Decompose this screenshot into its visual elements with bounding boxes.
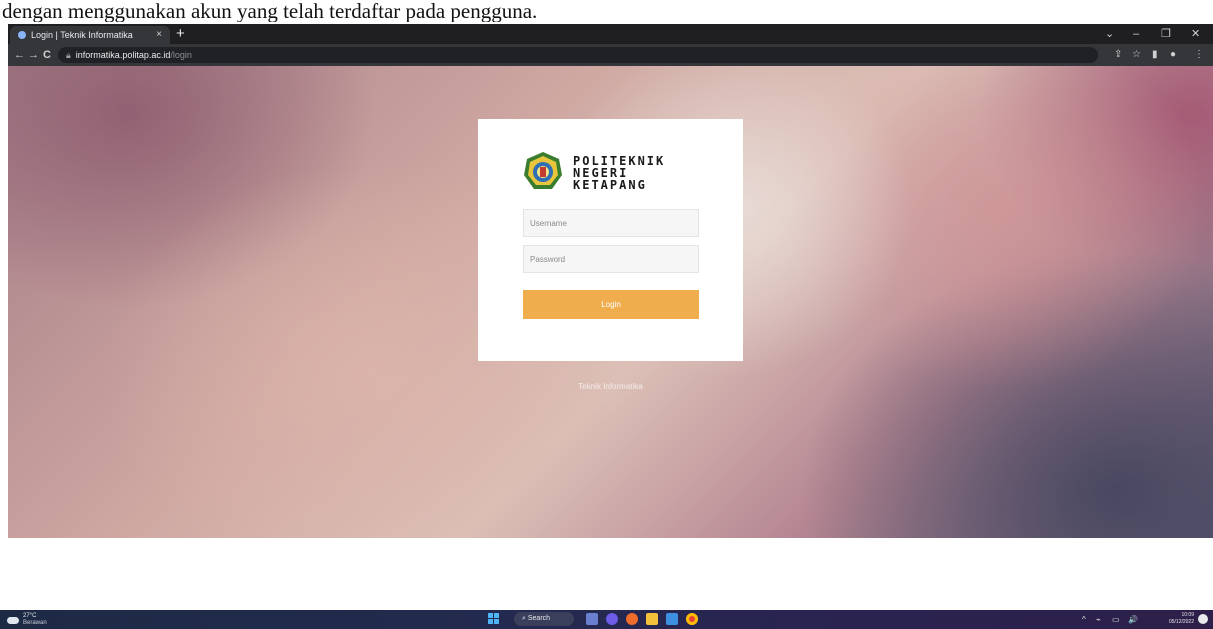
tray-chevron-icon[interactable]: ^ [1082,610,1086,629]
college-emblem-icon [524,152,562,189]
tab-title: Login | Teknik Informatika [31,30,133,40]
menu-icon[interactable]: ⋮ [1194,44,1204,66]
cloud-icon [7,617,19,624]
tab-search-icon[interactable]: ⌄ [1105,24,1114,44]
weather-widget[interactable]: 27°C Berawan [5,612,85,628]
file-explorer-icon[interactable] [646,613,658,625]
password-input[interactable] [523,245,699,273]
side-panel-icon[interactable]: ▮ [1152,44,1158,66]
login-button[interactable]: Login [523,290,699,319]
favicon-icon [18,31,26,39]
forward-button[interactable]: → [28,44,39,66]
restore-button[interactable]: ❐ [1161,24,1171,44]
system-clock[interactable]: 10:09 05/12/2022 [1162,612,1194,626]
url-path: /login [170,50,192,60]
logo-line-3: KETAPANG [573,178,647,192]
tab-close-icon[interactable]: × [156,26,162,44]
new-tab-button[interactable]: + [176,25,185,43]
windows-start-icon[interactable] [488,613,500,625]
chrome-app-icon[interactable] [686,613,698,625]
tab-login[interactable]: Login | Teknik Informatika × [10,26,170,44]
profile-icon[interactable]: ● [1170,44,1176,66]
weather-temp: 27°C [23,613,37,619]
address-bar[interactable]: 🔒︎ informatika.politap.ac.id/login [58,47,1098,63]
logo: POLITEKNIK NEGERI KETAPANG [523,151,703,201]
username-input[interactable] [523,209,699,237]
footer-text: Teknik Informatika [578,382,643,391]
taskbar-search[interactable]: ⌕ Search [514,612,574,626]
tab-bar: Login | Teknik Informatika × + ⌄ – ❐ ✕ [8,24,1213,44]
back-button[interactable]: ← [14,44,25,66]
close-window-button[interactable]: ✕ [1191,24,1200,44]
clock-date: 05/12/2022 [1168,619,1194,625]
reload-button[interactable]: C [43,44,51,66]
url-host: informatika.politap.ac.id [75,50,171,60]
task-view-icon[interactable] [586,613,598,625]
browser-toolbar: ← → C 🔒︎ informatika.politap.ac.id/login … [8,44,1213,66]
notification-icon[interactable] [1198,614,1208,624]
browser-window: Login | Teknik Informatika × + ⌄ – ❐ ✕ ←… [8,24,1213,538]
volume-icon[interactable]: 🔊 [1128,610,1138,629]
search-label: Search [527,615,551,622]
document-caption: dengan menggunakan akun yang telah terda… [2,0,538,22]
chat-app-icon[interactable] [606,613,618,625]
clock-time: 10:09 [1181,612,1194,618]
weather-condition: Berawan [23,620,47,626]
page-viewport: POLITEKNIK NEGERI KETAPANG Login Teknik … [8,66,1213,538]
lock-icon: 🔒︎ [66,50,71,60]
display-icon[interactable]: ▭ [1112,610,1120,629]
login-card: POLITEKNIK NEGERI KETAPANG Login [478,119,743,361]
store-app-icon[interactable] [666,613,678,625]
share-icon[interactable]: ⇪ [1114,44,1122,66]
minimize-button[interactable]: – [1133,24,1139,44]
bookmark-star-icon[interactable]: ☆ [1132,44,1141,66]
browser-app-icon[interactable] [626,613,638,625]
windows-taskbar: 27°C Berawan ⌕ Search ^ ⌁ ▭ 🔊 10:09 05/1… [0,610,1213,629]
network-icon[interactable]: ⌁ [1096,610,1101,629]
